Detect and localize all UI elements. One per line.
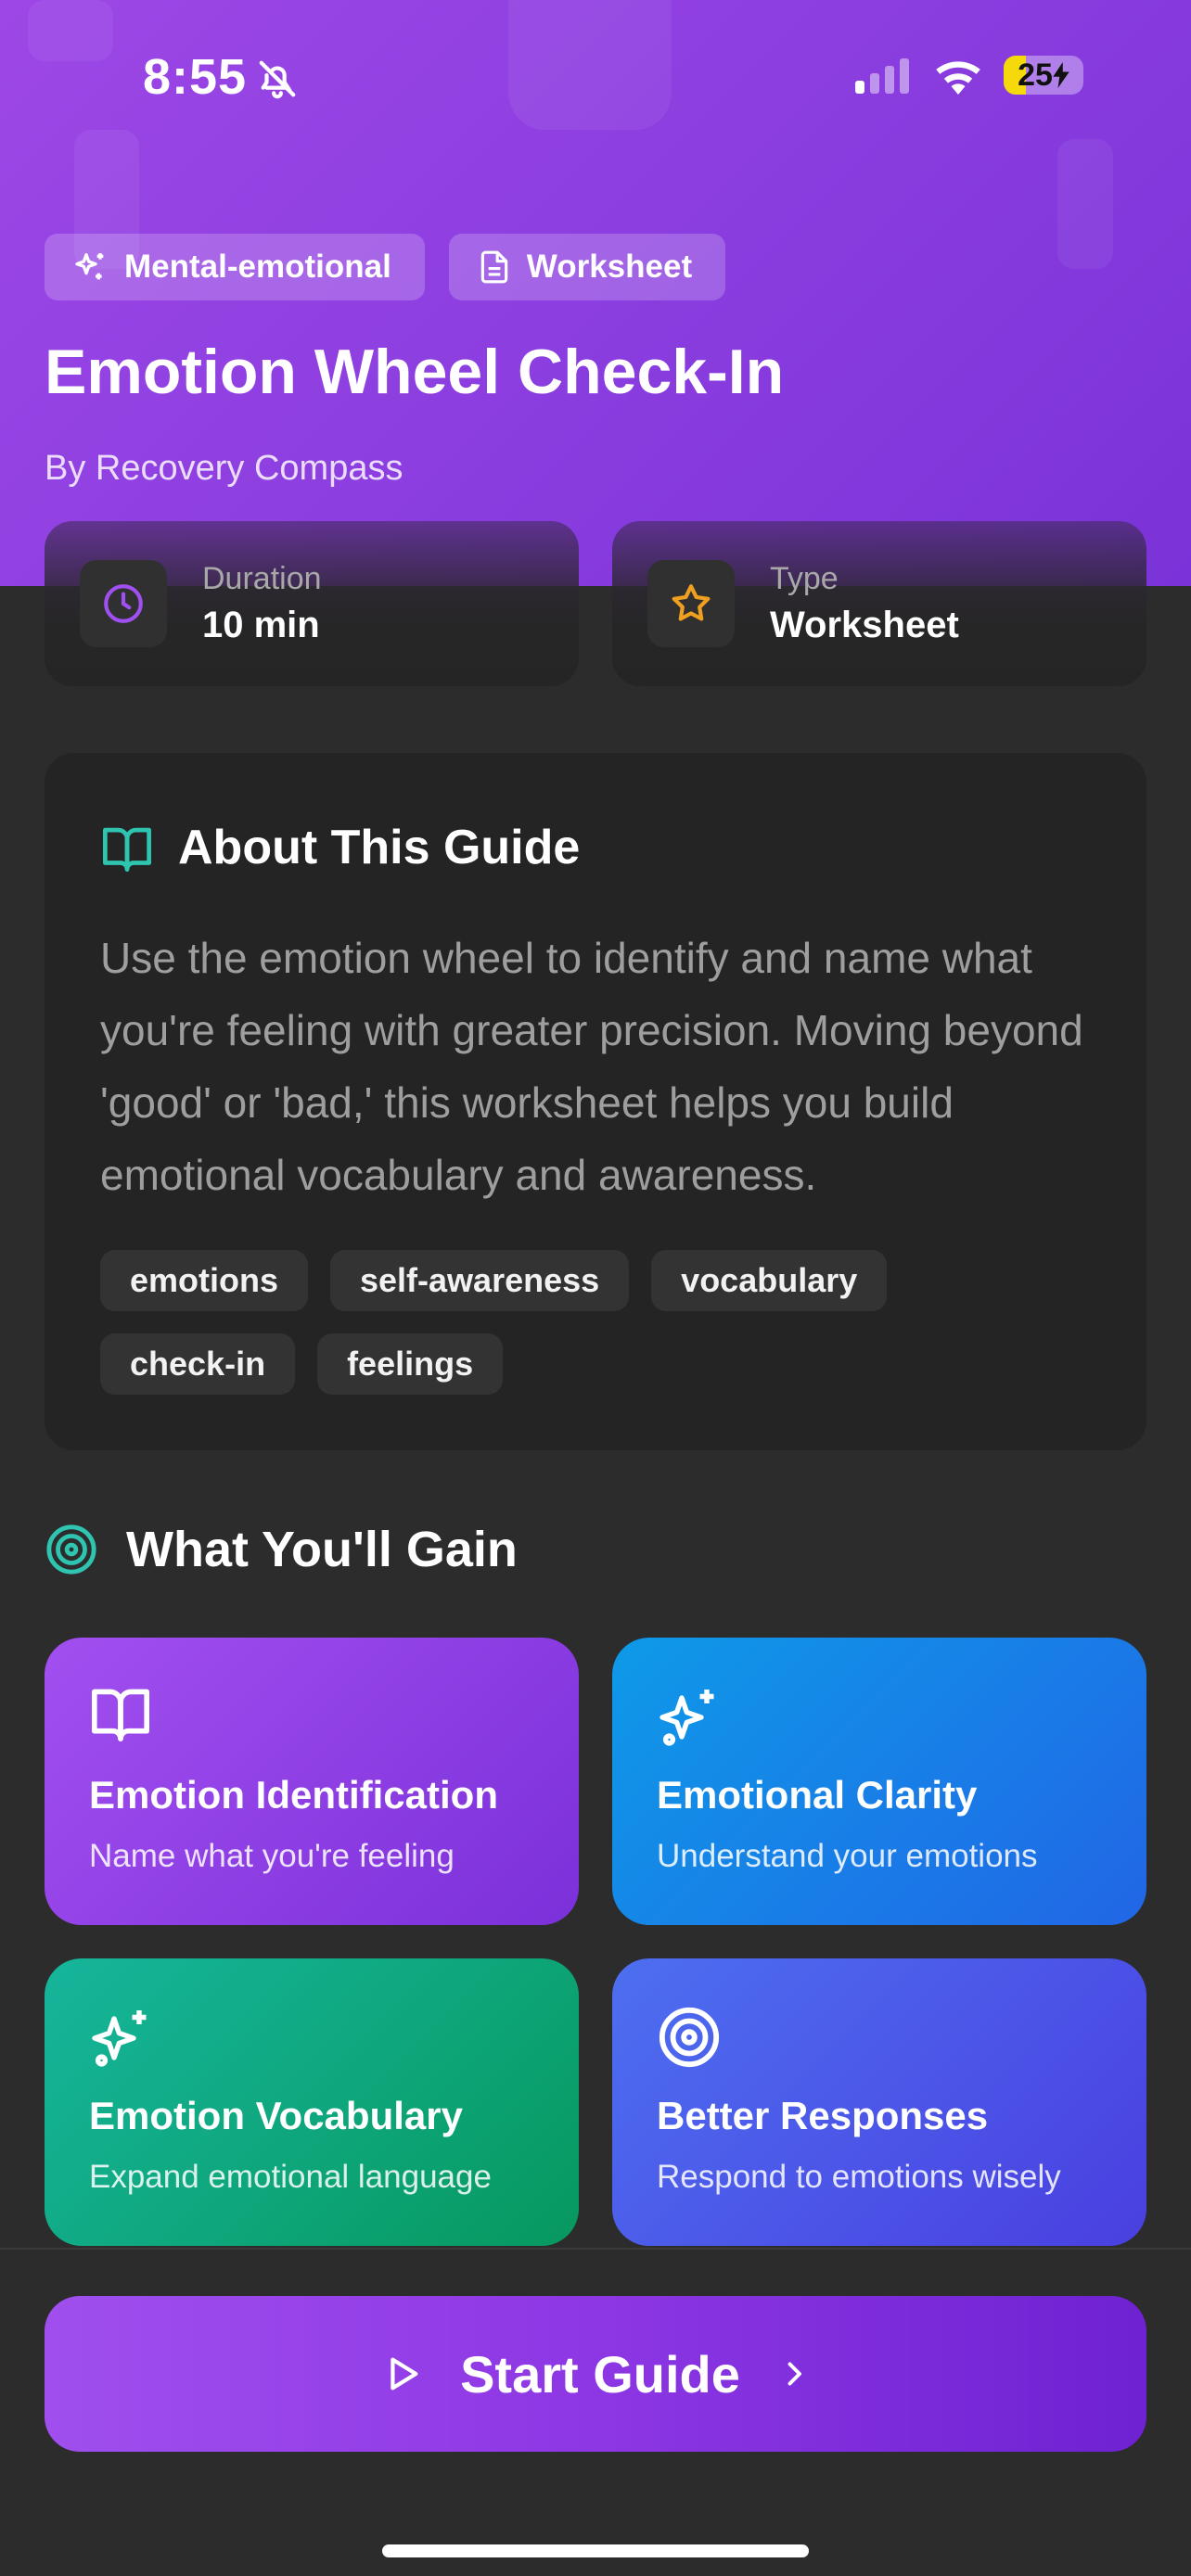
wifi-icon (936, 61, 980, 95)
section-title: What You'll Gain (126, 1522, 518, 1577)
book-open-icon (92, 1689, 149, 1741)
stat-label: Type (770, 561, 839, 596)
bell-muted-icon (259, 60, 296, 99)
chip-mental-emotional: Mental-emotional (45, 234, 425, 300)
gain-card-subtitle: Understand your emotions (657, 1838, 1038, 1874)
decorative-shape (1057, 139, 1113, 269)
battery-level: 25 (1018, 57, 1053, 93)
start-guide-label: Start Guide (460, 2344, 740, 2404)
gain-card-subtitle: Respond to emotions wisely (657, 2159, 1061, 2195)
category-chips: Mental-emotional Worksheet (45, 234, 726, 300)
tag: emotions (100, 1250, 309, 1311)
sparkles-icon (92, 2010, 147, 2067)
gain-card-title: Emotional Clarity (657, 1773, 978, 1817)
target-icon (659, 2007, 720, 2068)
tag-list: emotions self-awareness vocabulary check… (100, 1250, 1102, 1395)
chip-worksheet: Worksheet (448, 234, 726, 300)
gain-header: What You'll Gain (45, 1521, 518, 1578)
type-card: Type Worksheet (612, 521, 1146, 686)
gain-card-title: Better Responses (657, 2094, 989, 2137)
battery-indicator: 25 (1004, 56, 1083, 95)
stat-label: Duration (202, 561, 322, 596)
chevron-right-icon (788, 2362, 801, 2386)
home-indicator[interactable] (382, 2544, 809, 2557)
tag: self-awareness (330, 1250, 630, 1311)
about-section: About This Guide Use the emotion wheel t… (45, 753, 1146, 1450)
gain-card-emotion-identification: Emotion Identification Name what you're … (45, 1638, 579, 1925)
gain-card-subtitle: Expand emotional language (89, 2159, 492, 2195)
book-open-icon (103, 827, 151, 872)
chip-label: Worksheet (526, 249, 693, 285)
clock-icon (104, 584, 143, 623)
star-icon (672, 584, 711, 621)
charging-bolt-icon (1053, 62, 1069, 88)
gain-card-title: Emotion Vocabulary (89, 2094, 463, 2137)
gain-card-subtitle: Name what you're feeling (89, 1838, 455, 1874)
bottom-action-bar: Start Guide (0, 2248, 1191, 2576)
gain-card-better-responses: Better Responses Respond to emotions wis… (612, 1958, 1146, 2246)
target-icon (46, 1524, 96, 1575)
chip-label: Mental-emotional (124, 249, 391, 285)
sparkles-icon (75, 253, 104, 280)
gain-card-title: Emotion Identification (89, 1773, 498, 1817)
tag: vocabulary (651, 1250, 888, 1311)
gain-card-emotional-clarity: Emotional Clarity Understand your emotio… (612, 1638, 1146, 1925)
stat-icon-box (80, 560, 167, 647)
tag: feelings (317, 1333, 504, 1395)
start-guide-button[interactable]: Start Guide (45, 2296, 1146, 2452)
sparkles-icon (660, 1690, 714, 1746)
author-byline: By Recovery Compass (45, 449, 403, 488)
about-description: Use the emotion wheel to identify and na… (100, 934, 1083, 1199)
status-time: 8:55 (143, 49, 248, 105)
stat-value: Worksheet (770, 605, 959, 645)
page-title: Emotion Wheel Check-In (45, 337, 785, 407)
tag: check-in (100, 1333, 296, 1395)
stat-icon-box (647, 560, 735, 647)
play-icon (391, 2357, 418, 2391)
gain-card-emotion-vocabulary: Emotion Vocabulary Expand emotional lang… (45, 1958, 579, 2246)
document-icon (480, 250, 508, 284)
status-bar: 8:55 25 (0, 0, 1191, 158)
stat-value: 10 min (202, 605, 320, 645)
duration-card: Duration 10 min (45, 521, 579, 686)
cellular-signal-icon (855, 58, 909, 94)
section-title: About This Guide (178, 821, 581, 874)
